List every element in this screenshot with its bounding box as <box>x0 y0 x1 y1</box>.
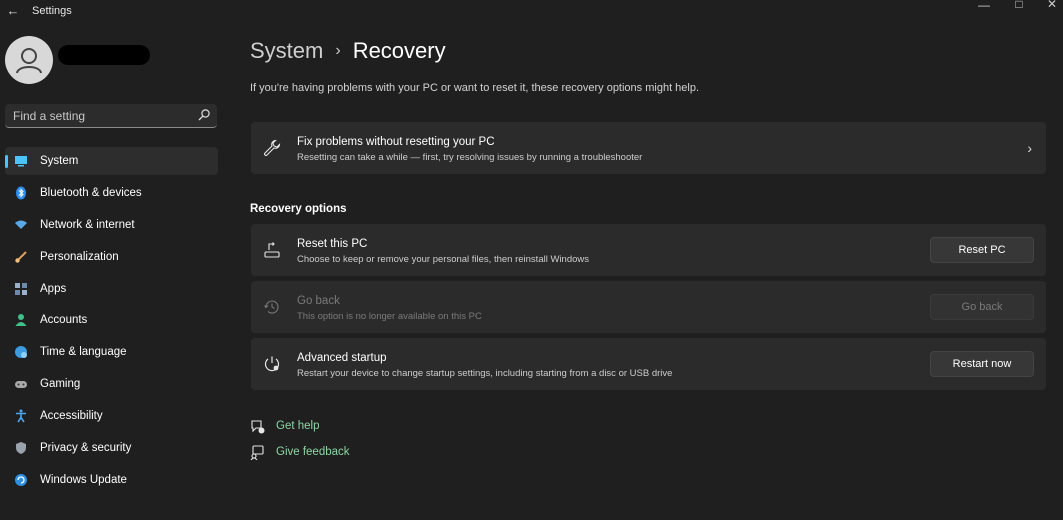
go-back-button[interactable]: Go back <box>930 294 1034 320</box>
sidebar-item-accessibility[interactable]: Accessibility <box>5 402 218 430</box>
sidebar-item-label: Apps <box>40 282 67 295</box>
sidebar-item-accounts[interactable]: Accounts <box>5 306 218 334</box>
sidebar-item-gaming[interactable]: Gaming <box>5 370 218 398</box>
feedback-icon <box>250 445 264 460</box>
reset-pc-desc: Choose to keep or remove your personal f… <box>297 254 590 265</box>
shield-icon <box>16 442 26 455</box>
section-heading-recovery-options: Recovery options <box>250 203 347 215</box>
give-feedback-label[interactable]: Give feedback <box>276 446 350 458</box>
reset-pc-card: Reset this PC Choose to keep or remove y… <box>251 224 1046 276</box>
advanced-startup-icon <box>264 356 280 372</box>
active-indicator <box>5 155 8 168</box>
sidebar-item-time-language[interactable]: Time & language <box>5 338 218 366</box>
search-icon <box>198 109 210 121</box>
accounts-icon <box>15 314 27 327</box>
accessibility-icon <box>16 409 26 423</box>
sidebar-item-network[interactable]: Network & internet <box>5 211 218 239</box>
maximize-icon[interactable]: □ <box>1009 0 1029 11</box>
minimize-icon[interactable]: — <box>974 0 994 12</box>
sidebar-item-label: Windows Update <box>40 473 127 486</box>
wifi-icon <box>15 220 27 229</box>
sidebar-item-bluetooth[interactable]: Bluetooth & devices <box>5 179 218 207</box>
sidebar-item-privacy-security[interactable]: Privacy & security <box>5 434 218 462</box>
fix-problems-card[interactable]: Fix problems without resetting your PC R… <box>251 122 1046 174</box>
gamepad-icon <box>15 381 27 389</box>
sidebar-item-label: System <box>40 155 79 167</box>
go-back-desc: This option is no longer available on th… <box>297 311 482 322</box>
sidebar-item-label: Accessibility <box>40 410 103 423</box>
sidebar-item-windows-update[interactable]: Windows Update <box>5 466 218 494</box>
advanced-startup-card: Advanced startup Restart your device to … <box>251 338 1046 390</box>
breadcrumb-parent[interactable]: System <box>250 38 323 63</box>
chevron-right-icon: › <box>1027 140 1032 156</box>
fix-problems-title: Fix problems without resetting your PC <box>297 136 495 148</box>
advanced-startup-title: Advanced startup <box>297 352 387 364</box>
back-arrow-icon[interactable]: ← <box>5 3 21 18</box>
sidebar-item-label: Network & internet <box>40 218 135 231</box>
sidebar-item-label: Privacy & security <box>40 442 132 455</box>
system-icon <box>15 156 27 167</box>
close-icon[interactable]: ✕ <box>1042 0 1062 11</box>
reset-pc-title: Reset this PC <box>297 238 368 250</box>
user-silhouette-icon <box>16 48 42 74</box>
globe-clock-icon <box>15 346 27 359</box>
sidebar-item-label: Gaming <box>40 378 81 391</box>
sidebar-item-label: Bluetooth & devices <box>40 186 142 199</box>
reset-pc-icon <box>264 242 280 258</box>
get-help-label[interactable]: Get help <box>276 420 319 432</box>
sidebar-item-label: Accounts <box>40 314 88 327</box>
update-icon <box>15 473 27 486</box>
search-placeholder: Find a setting <box>13 109 86 123</box>
page-title: Recovery <box>352 38 446 63</box>
help-chat-icon <box>251 420 265 434</box>
breadcrumb: System › Recovery <box>250 38 446 64</box>
wrench-icon <box>264 139 281 156</box>
apps-icon <box>15 282 27 295</box>
title-bar: ← Settings — □ ✕ <box>0 0 1063 24</box>
sidebar-nav: System Bluetooth & devices Network & int… <box>5 147 218 498</box>
sidebar-item-label: Personalization <box>40 250 119 263</box>
breadcrumb-separator: › <box>335 42 341 59</box>
advanced-startup-desc: Restart your device to change startup se… <box>297 368 673 379</box>
avatar[interactable] <box>5 36 53 84</box>
go-back-title: Go back <box>297 295 340 307</box>
sidebar-item-label: Time & language <box>40 346 127 359</box>
history-icon <box>264 300 279 314</box>
window-title: Settings <box>32 5 72 17</box>
bluetooth-icon <box>16 186 26 200</box>
go-back-card: Go back This option is no longer availab… <box>251 281 1046 333</box>
brush-icon <box>15 250 27 263</box>
restart-now-button[interactable]: Restart now <box>930 351 1034 377</box>
sidebar-item-apps[interactable]: Apps <box>5 275 218 303</box>
page-description: If you're having problems with your PC o… <box>250 82 700 94</box>
search-input[interactable]: Find a setting <box>5 104 217 128</box>
fix-problems-desc: Resetting can take a while — first, try … <box>297 152 643 163</box>
user-profile <box>5 36 53 84</box>
sidebar-item-system[interactable]: System <box>5 147 218 175</box>
sidebar-item-personalization[interactable]: Personalization <box>5 243 218 271</box>
reset-pc-button[interactable]: Reset PC <box>930 237 1034 263</box>
redacted-username <box>58 45 150 65</box>
